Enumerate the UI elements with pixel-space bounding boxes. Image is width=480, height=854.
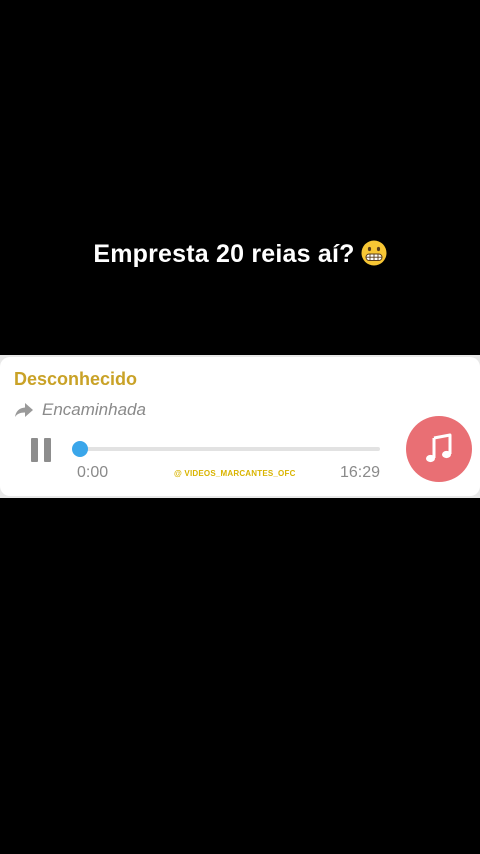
caption-text: Empresta 20 reias aí?: [93, 240, 355, 268]
video-frame: Empresta 20 reias aí? Desconhecido Encam…: [0, 0, 480, 854]
music-note-icon: [426, 433, 452, 463]
music-file-button[interactable]: [406, 416, 472, 482]
caption: Empresta 20 reias aí?: [0, 236, 480, 272]
grimacing-face-icon: [361, 240, 387, 266]
current-time: 0:00: [77, 464, 109, 481]
sender-name[interactable]: Desconhecido: [14, 369, 137, 390]
forwarded-text: Encaminhada: [42, 400, 146, 419]
watermark: @ VIDEOS_MARCANTES_OFC: [174, 469, 296, 478]
forwarded-label: Encaminhada: [14, 400, 146, 420]
forward-arrow-icon: [15, 403, 33, 417]
audio-progress-track[interactable]: [80, 447, 380, 451]
pause-icon-bar: [44, 438, 51, 462]
pause-button[interactable]: [29, 438, 55, 462]
pause-icon: [31, 438, 38, 462]
total-duration: 16:29: [339, 464, 380, 481]
audio-progress-thumb[interactable]: [72, 441, 88, 457]
